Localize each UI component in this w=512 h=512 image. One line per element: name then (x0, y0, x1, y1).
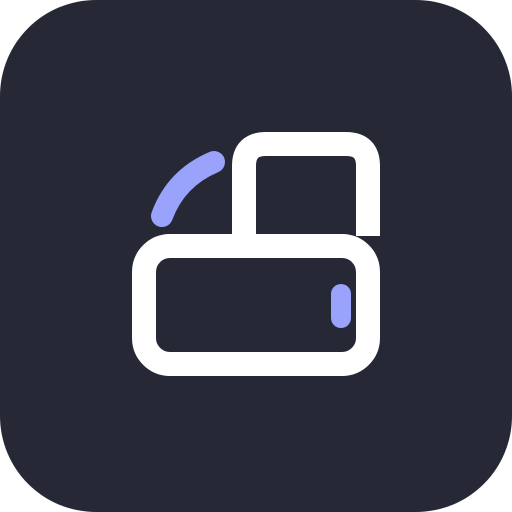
storage-lock-icon (0, 0, 512, 512)
app-icon[interactable] (0, 0, 512, 512)
